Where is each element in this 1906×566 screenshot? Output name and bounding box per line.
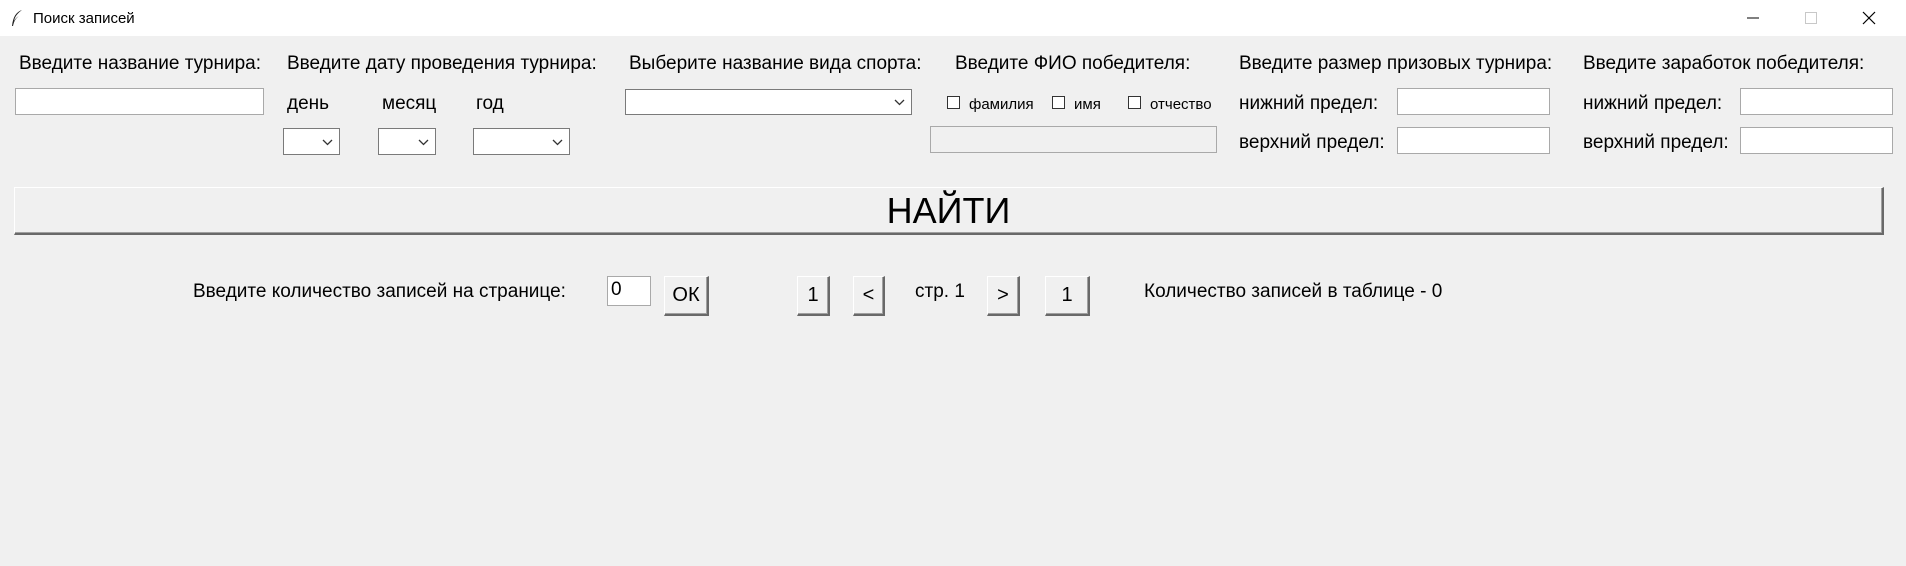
prize-upper-input[interactable] [1397, 127, 1550, 154]
minimize-button[interactable] [1724, 0, 1782, 36]
surname-checkbox[interactable] [947, 96, 960, 109]
prize-label: Введите размер призовых турнира: [1239, 53, 1553, 74]
tournament-label: Введите название турнира: [19, 53, 261, 74]
sport-select[interactable] [625, 89, 912, 115]
year-select[interactable] [473, 128, 570, 155]
winner-label: Введите ФИО победителя: [955, 53, 1191, 74]
tournament-input[interactable] [15, 88, 264, 115]
date-label: Введите дату проведения турнира: [287, 53, 597, 74]
name-checkbox-label: имя [1074, 96, 1101, 113]
record-count: Количество записей в таблице - 0 [1144, 281, 1442, 303]
prize-upper-label: верхний предел: [1239, 132, 1385, 153]
chevron-down-icon [322, 139, 333, 145]
page-indicator: стр. 1 [915, 281, 965, 302]
close-button[interactable] [1840, 0, 1898, 36]
window-title: Поиск записей [33, 10, 135, 27]
next-page-button[interactable]: > [987, 276, 1020, 316]
record-count-label: Количество записей в таблице - [1144, 281, 1432, 302]
per-page-input[interactable]: 0 [607, 276, 651, 306]
winner-input[interactable] [930, 126, 1217, 153]
month-select[interactable] [378, 128, 436, 155]
patronymic-checkbox-label: отчество [1150, 96, 1212, 113]
title-bar: Поиск записей [0, 0, 1906, 36]
day-label: день [287, 93, 330, 114]
year-label: год [476, 93, 504, 114]
name-checkbox[interactable] [1052, 96, 1065, 109]
chevron-down-icon [418, 139, 429, 145]
prize-lower-input[interactable] [1397, 88, 1550, 115]
day-select[interactable] [283, 128, 340, 155]
earnings-lower-input[interactable] [1740, 88, 1893, 115]
earnings-label: Введите заработок победителя: [1583, 53, 1865, 74]
month-label: месяц [382, 93, 437, 114]
chevron-down-icon [552, 139, 563, 145]
maximize-button[interactable] [1782, 0, 1840, 36]
first-page-button[interactable]: 1 [797, 276, 830, 316]
record-count-value: 0 [1431, 281, 1443, 302]
sport-label: Выберите название вида спорта: [629, 53, 922, 74]
earnings-upper-label: верхний предел: [1583, 132, 1729, 153]
earnings-upper-input[interactable] [1740, 127, 1893, 154]
surname-checkbox-label: фамилия [969, 96, 1034, 113]
maximize-icon [1805, 12, 1817, 24]
earnings-lower-label: нижний предел: [1583, 93, 1723, 114]
chevron-down-icon [894, 99, 905, 106]
prize-lower-label: нижний предел: [1239, 93, 1379, 114]
find-button[interactable]: НАЙТИ [14, 187, 1884, 235]
patronymic-checkbox[interactable] [1128, 96, 1141, 109]
prev-page-button[interactable]: < [853, 276, 885, 316]
close-icon [1862, 11, 1876, 25]
per-page-label: Введите количество записей на странице: [193, 281, 566, 302]
feather-icon [12, 10, 22, 26]
minimize-icon [1747, 17, 1759, 19]
last-page-button[interactable]: 1 [1045, 276, 1090, 316]
ok-button[interactable]: ОК [664, 276, 709, 316]
